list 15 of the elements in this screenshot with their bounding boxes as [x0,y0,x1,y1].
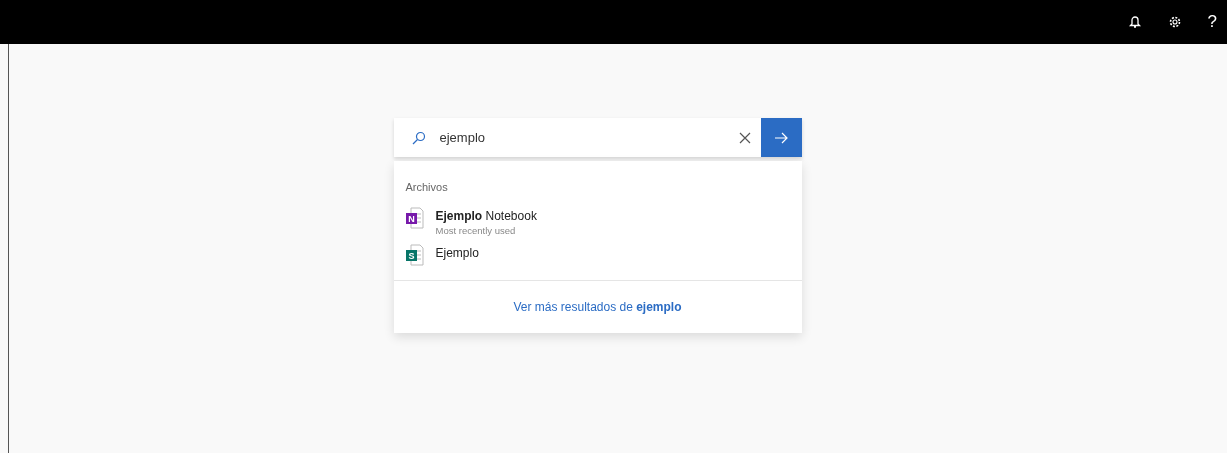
more-results-link[interactable]: Ver más resultados de ejemplo [513,300,682,314]
clear-button[interactable] [738,131,751,144]
search-box[interactable]: ejemplo [393,118,761,157]
file-name[interactable]: Ejemplo Notebook [435,209,537,223]
settings-icon[interactable] [1167,15,1182,29]
notification-icon[interactable] [1127,15,1142,29]
search-button[interactable] [760,118,802,157]
search-field[interactable]: ejemplo [439,130,725,145]
arrow-icon [774,131,788,144]
help-button[interactable]: ? [1207,12,1217,32]
file-subtitle: Most recently used [435,225,517,236]
search-icon [411,130,426,145]
file-name[interactable]: Ejemplo [435,246,479,260]
close-icon [738,131,751,144]
section-heading: Archivos [404,180,448,193]
